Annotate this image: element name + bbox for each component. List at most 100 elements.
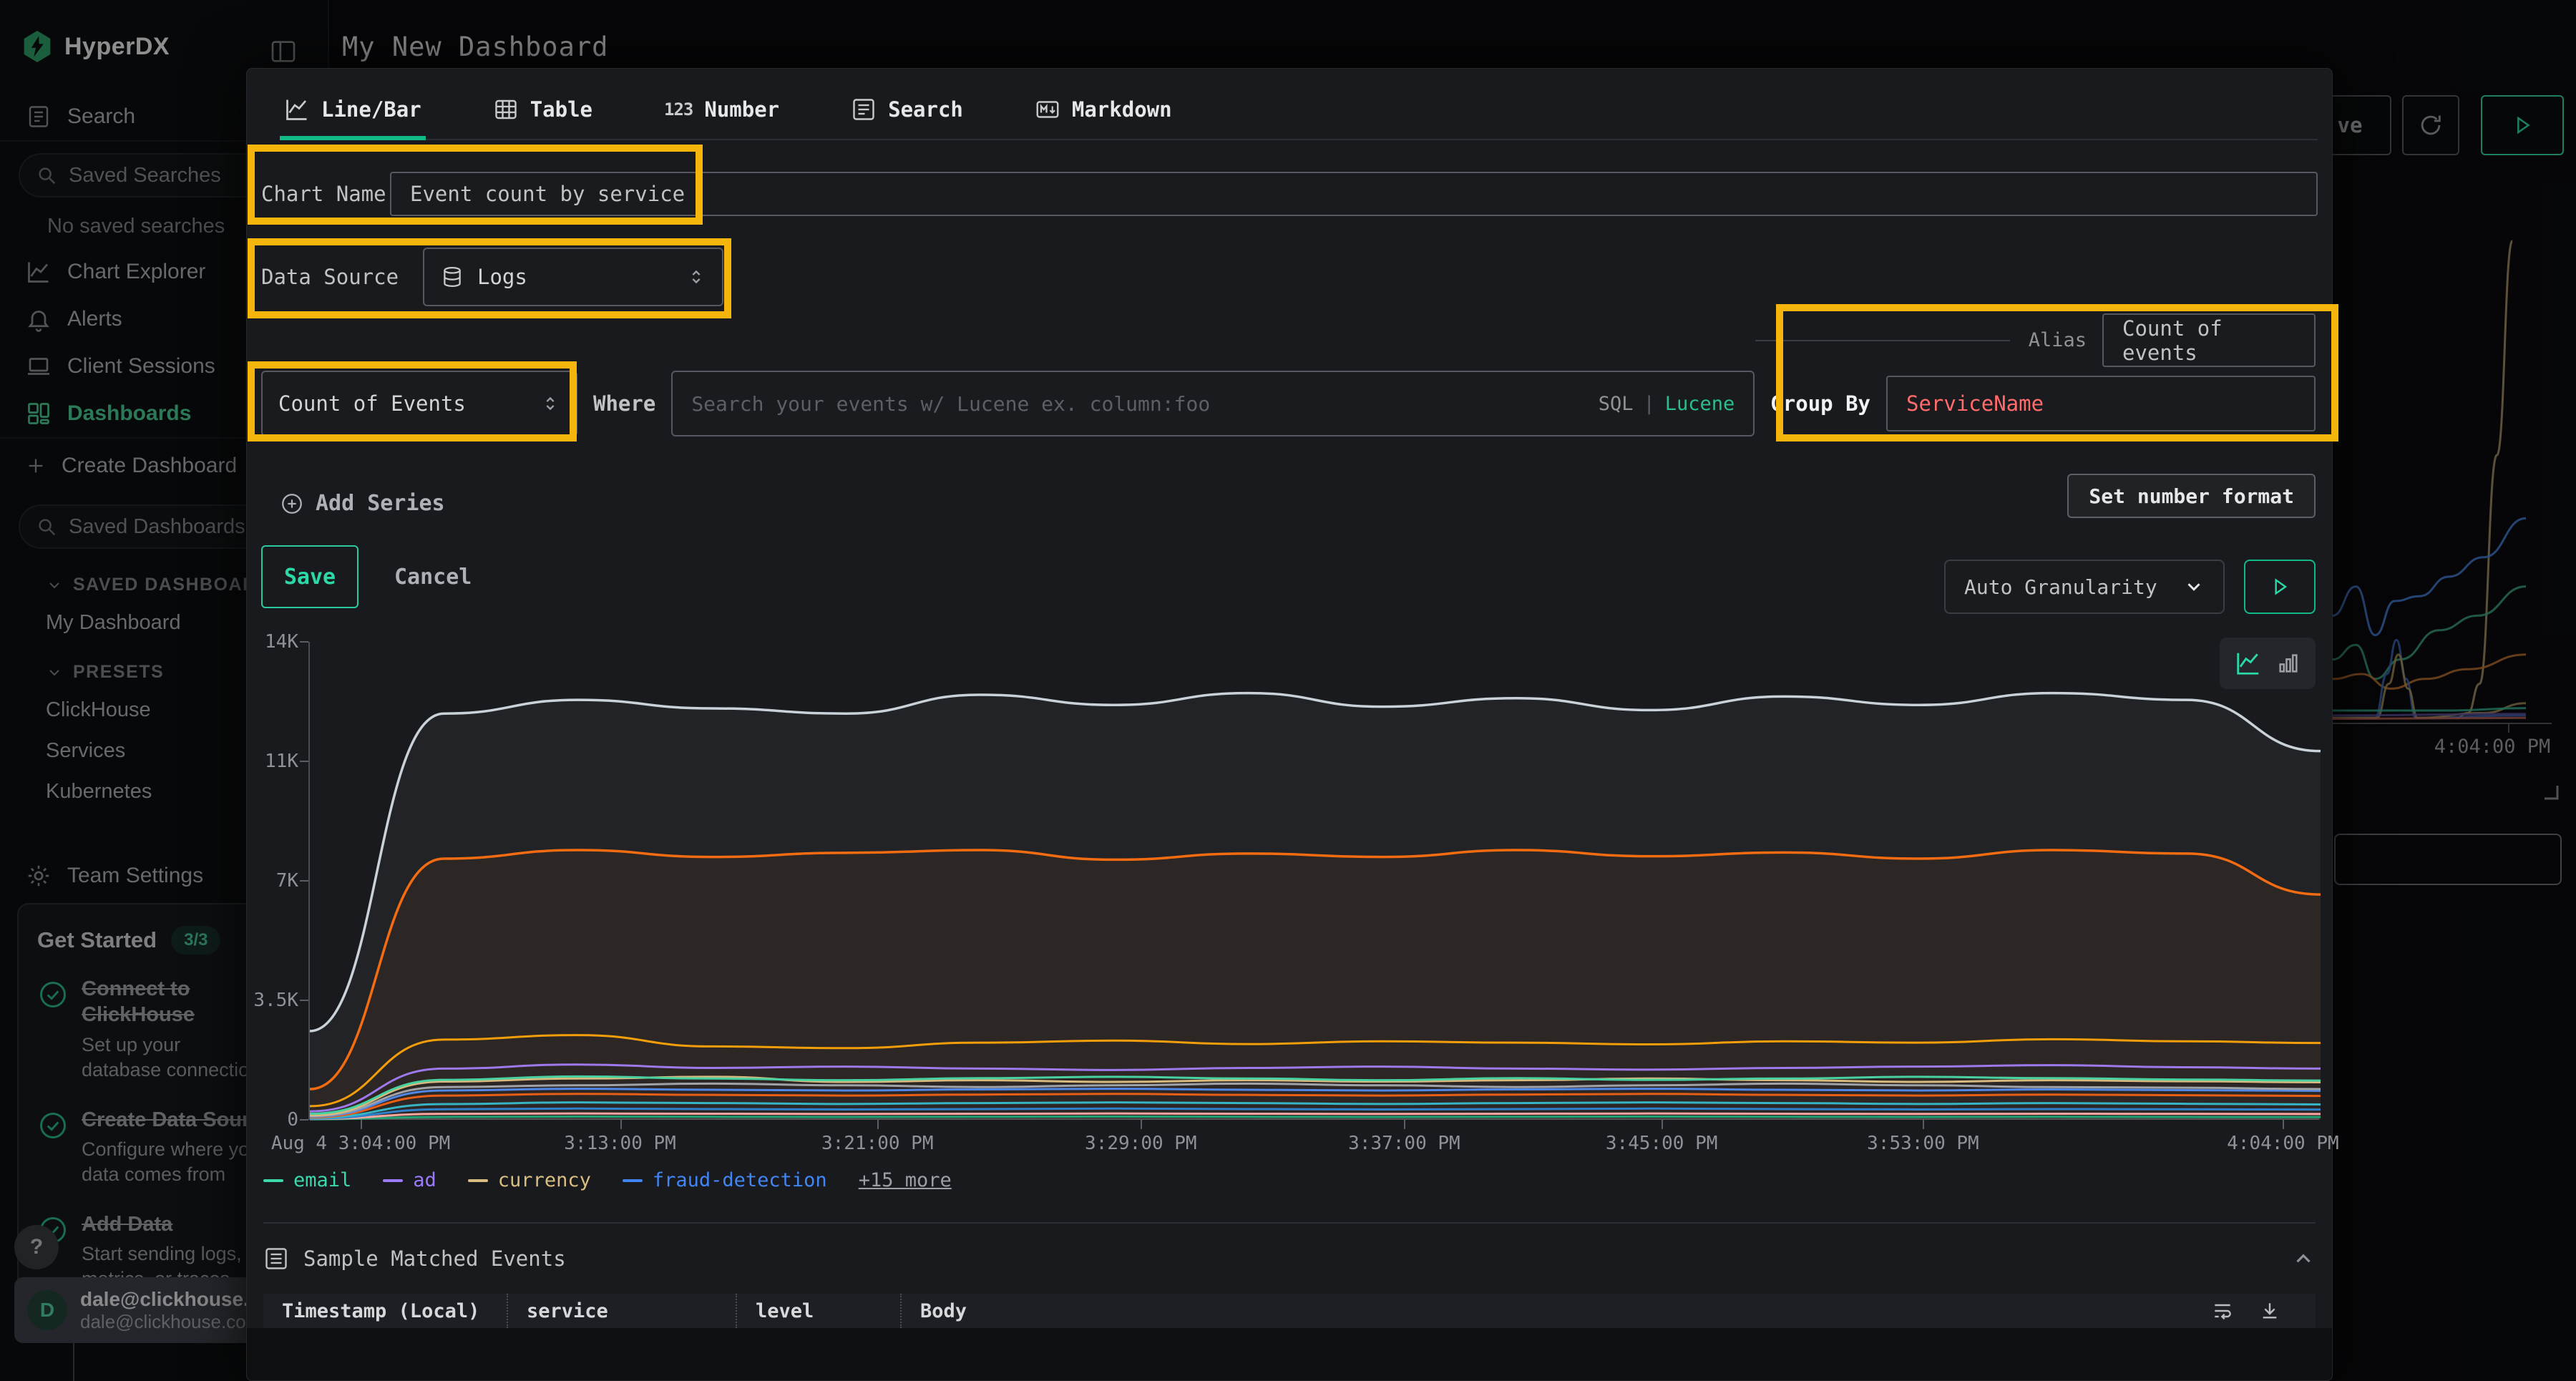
- tab-markdown[interactable]: Markdown: [1030, 80, 1176, 139]
- chart-type-tabs: Line/Bar Table 123 Number Search Markdow…: [280, 80, 2318, 140]
- x-axis-tick: [877, 1120, 879, 1129]
- sample-events-header[interactable]: Sample Matched Events: [263, 1239, 2316, 1278]
- cancel-button[interactable]: Cancel: [394, 545, 472, 608]
- granularity-select[interactable]: Auto Granularity: [1944, 560, 2225, 614]
- number-123-icon: 123: [664, 99, 693, 119]
- select-updown-icon: [540, 394, 560, 414]
- legend-label: email: [293, 1169, 351, 1191]
- markdown-icon: [1035, 97, 1060, 122]
- aggregation-select[interactable]: Count of Events: [261, 371, 577, 436]
- x-axis-tick-label: 3:13:00 PM: [564, 1133, 676, 1154]
- granularity-value: Auto Granularity: [1964, 575, 2157, 599]
- line-chart-icon: [284, 97, 310, 122]
- tab-label: Markdown: [1072, 97, 1172, 122]
- run-chart-button[interactable]: [2244, 560, 2316, 614]
- add-series-button[interactable]: Add Series: [280, 491, 445, 516]
- data-source-row: Data Source Logs: [261, 248, 2318, 306]
- y-axis-tick-label: 0: [247, 1109, 298, 1131]
- data-source-select[interactable]: Logs: [423, 248, 723, 306]
- y-axis-tick: [300, 880, 308, 882]
- y-axis-tick-label: 11K: [247, 751, 298, 772]
- group-by-input[interactable]: ServiceName: [1886, 376, 2316, 431]
- add-series-label: Add Series: [316, 491, 445, 516]
- x-axis-tick: [361, 1120, 362, 1129]
- alias-input[interactable]: Count of events: [2102, 313, 2316, 367]
- tab-label: Search: [888, 97, 963, 122]
- aggregation-value: Count of Events: [278, 391, 466, 416]
- y-axis-tick-label: 3.5K: [247, 990, 298, 1011]
- data-source-value: Logs: [477, 265, 527, 289]
- legend-swatch: [468, 1179, 488, 1182]
- edit-chart-modal: Line/Bar Table 123 Number Search Markdow…: [246, 68, 2333, 1381]
- x-axis-tick-label: 4:04:00 PM: [2227, 1133, 2339, 1154]
- chart-legend: email ad currency fraud-detection +15 more: [263, 1169, 952, 1191]
- legend-swatch: [263, 1179, 283, 1182]
- events-table-header: Timestamp (Local)servicelevelBody: [263, 1294, 2316, 1328]
- tab-number[interactable]: 123 Number: [660, 80, 784, 139]
- lucene-toggle[interactable]: Lucene: [1665, 393, 1735, 415]
- y-axis-tick-label: 14K: [247, 631, 298, 653]
- plus-circle-icon: [280, 492, 304, 516]
- legend-item[interactable]: email: [263, 1169, 351, 1191]
- query-language-toggle: SQL | Lucene: [1599, 372, 1735, 435]
- x-axis-tick-label: 3:37:00 PM: [1348, 1133, 1460, 1154]
- download-icon[interactable]: [2258, 1299, 2281, 1322]
- save-button[interactable]: Save: [261, 545, 358, 608]
- series-row: Count of Events Where Search your events…: [261, 371, 2316, 436]
- select-updown-icon: [686, 267, 706, 287]
- table-column-header[interactable]: level: [736, 1294, 900, 1328]
- events-table-body: [247, 1328, 2332, 1380]
- sample-events-title: Sample Matched Events: [303, 1246, 566, 1271]
- x-axis-tick: [2283, 1120, 2284, 1129]
- tab-table[interactable]: Table: [489, 80, 597, 139]
- legend-item[interactable]: ad: [383, 1169, 436, 1191]
- chevron-up-icon[interactable]: [2291, 1246, 2316, 1271]
- list-icon: [263, 1246, 289, 1272]
- table-column-header[interactable]: service: [507, 1294, 736, 1328]
- where-label: Where: [593, 391, 655, 416]
- list-icon: [851, 97, 877, 122]
- x-axis-tick: [1662, 1120, 1663, 1129]
- tab-label: Number: [704, 97, 779, 122]
- data-source-label: Data Source: [261, 265, 423, 289]
- y-axis-tick: [300, 761, 308, 762]
- chart-name-input[interactable]: Event count by service: [390, 172, 2318, 216]
- y-axis-tick: [300, 1000, 308, 1001]
- legend-more-link[interactable]: +15 more: [859, 1169, 952, 1191]
- table-column-header[interactable]: Timestamp (Local): [263, 1294, 507, 1328]
- alias-row: Alias Count of events: [1755, 313, 2316, 367]
- group-by-value: ServiceName: [1906, 391, 2044, 416]
- x-axis-tick-label: 3:29:00 PM: [1085, 1133, 1197, 1154]
- tab-label: Line/Bar: [321, 97, 421, 122]
- legend-item[interactable]: currency: [468, 1169, 591, 1191]
- x-axis-tick-label: Aug 4 3:04:00 PM: [271, 1133, 450, 1154]
- database-icon: [440, 265, 464, 289]
- tab-label: Table: [530, 97, 592, 122]
- chart-name-value: Event count by service: [410, 182, 685, 206]
- tab-line-bar[interactable]: Line/Bar: [280, 80, 426, 139]
- legend-label: fraud-detection: [653, 1169, 827, 1191]
- alias-value: Count of events: [2122, 316, 2296, 365]
- legend-label: ad: [413, 1169, 436, 1191]
- y-axis-tick-label: 7K: [247, 870, 298, 892]
- legend-item[interactable]: fraud-detection: [623, 1169, 827, 1191]
- y-axis-tick: [300, 641, 308, 643]
- x-axis-tick: [1404, 1120, 1405, 1129]
- table-icon: [493, 97, 519, 122]
- timeseries-chart[interactable]: [308, 642, 2319, 1120]
- sql-toggle[interactable]: SQL: [1599, 393, 1634, 415]
- y-axis-tick: [300, 1119, 308, 1121]
- x-axis-tick-label: 3:21:00 PM: [821, 1133, 934, 1154]
- legend-swatch: [383, 1179, 403, 1182]
- where-search-input[interactable]: Search your events w/ Lucene ex. column:…: [671, 371, 1755, 436]
- wrap-text-icon[interactable]: [2211, 1299, 2234, 1322]
- where-placeholder: Search your events w/ Lucene ex. column:…: [691, 392, 1210, 416]
- chevron-down-icon: [2183, 576, 2205, 597]
- play-icon: [2268, 575, 2291, 598]
- chart-name-row: Chart Name Event count by service: [261, 172, 2318, 216]
- set-number-format-button[interactable]: Set number format: [2067, 474, 2316, 518]
- tab-search[interactable]: Search: [847, 80, 967, 139]
- table-column-header[interactable]: Body: [900, 1294, 2316, 1328]
- app-root: HyperDX Search Saved Searches No saved s…: [0, 0, 2576, 1381]
- series-connector-line: [1755, 340, 2010, 341]
